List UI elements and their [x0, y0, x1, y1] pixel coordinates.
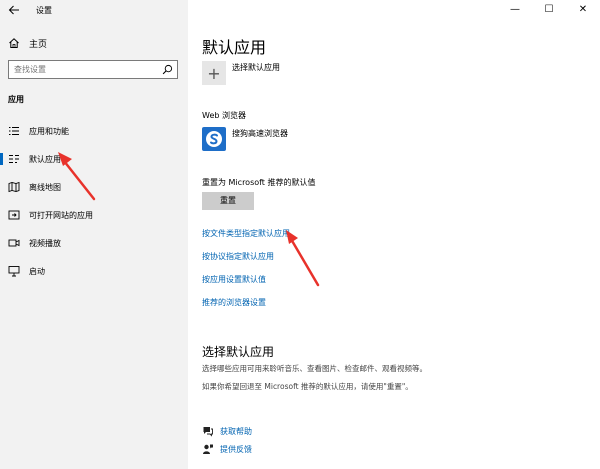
- section-label-apps: 应用: [8, 95, 24, 104]
- video-icon: [8, 239, 20, 247]
- maximize-button[interactable]: ☐: [532, 0, 566, 20]
- window-controls: — ☐ ✕: [498, 0, 600, 20]
- search-input[interactable]: [9, 61, 159, 78]
- get-help-link[interactable]: 获取帮助: [202, 425, 252, 437]
- sidebar-item-apps-for-websites[interactable]: 可打开网站的应用: [0, 204, 188, 226]
- default-apps-icon: [9, 155, 19, 163]
- help-chat-icon: [203, 427, 213, 437]
- search-icon[interactable]: [162, 64, 173, 75]
- reset-label: 重置为 Microsoft 推荐的默认值: [202, 178, 316, 187]
- feedback-person-icon: [203, 444, 213, 454]
- give-feedback-label: 提供反馈: [220, 444, 252, 454]
- sogou-browser-icon: [202, 127, 226, 151]
- get-help-label: 获取帮助: [220, 426, 252, 436]
- pick-default-app-label: 选择默认应用: [232, 62, 280, 72]
- home-label: 主页: [29, 39, 48, 50]
- browser-name: 搜狗高速浏览器: [232, 128, 288, 138]
- link-by-app[interactable]: 按应用设置默认值: [202, 274, 266, 285]
- sidebar-item-label: 离线地图: [29, 182, 61, 192]
- sidebar-item-startup[interactable]: 启动: [0, 260, 188, 282]
- link-browser-settings[interactable]: 推荐的浏览器设置: [202, 297, 266, 308]
- titlebar-left: 设置: [0, 0, 188, 20]
- list-icon: [9, 127, 19, 135]
- minimize-button[interactable]: —: [498, 0, 532, 20]
- open-website-icon: [8, 210, 20, 220]
- sidebar-item-offline-maps[interactable]: 离线地图: [0, 176, 188, 198]
- section2-note: 如果你希望回退至 Microsoft 推荐的默认应用，请使用"重置"。: [202, 382, 413, 391]
- reset-button[interactable]: 重置: [202, 192, 254, 210]
- close-button[interactable]: ✕: [566, 0, 600, 20]
- sidebar-item-default-apps[interactable]: 默认应用: [0, 148, 188, 170]
- back-button[interactable]: [6, 2, 22, 18]
- web-browser-selector[interactable]: 搜狗高速浏览器: [202, 127, 288, 151]
- sidebar-item-video-playback[interactable]: 视频播放: [0, 232, 188, 254]
- search-box[interactable]: [8, 60, 178, 79]
- sidebar-item-label: 启动: [29, 266, 45, 276]
- window-title: 设置: [36, 6, 52, 15]
- home-link[interactable]: 主页: [8, 36, 47, 50]
- startup-icon: [8, 266, 20, 277]
- page-title: 默认应用: [202, 38, 267, 57]
- section2-description: 选择哪些应用可用来聆听音乐、查看图片、检查邮件、观看视频等。: [202, 364, 427, 373]
- sidebar-item-apps-features[interactable]: 应用和功能: [0, 120, 188, 142]
- map-icon: [8, 181, 20, 193]
- sidebar-item-label: 可打开网站的应用: [29, 210, 93, 220]
- web-browser-label: Web 浏览器: [202, 111, 246, 120]
- arrow-left-icon: [8, 5, 19, 15]
- sidebar-item-label: 视频播放: [29, 238, 61, 248]
- home-icon: [9, 38, 19, 48]
- link-by-file-type[interactable]: 按文件类型指定默认应用: [202, 228, 290, 239]
- plus-icon: +: [202, 61, 226, 85]
- give-feedback-link[interactable]: 提供反馈: [202, 443, 252, 455]
- sidebar: 设置 主页 应用 应用和功能 默认应用 离线地图: [0, 0, 188, 469]
- link-by-protocol[interactable]: 按协议指定默认应用: [202, 251, 274, 262]
- pick-default-app-button[interactable]: + 选择默认应用: [202, 61, 280, 85]
- content-pane: — ☐ ✕ 默认应用 + 选择默认应用 Web 浏览器 搜狗高速浏览器 重置为 …: [188, 0, 600, 469]
- section2-title: 选择默认应用: [202, 345, 275, 359]
- sidebar-item-label: 默认应用: [29, 154, 61, 164]
- sidebar-item-label: 应用和功能: [29, 126, 69, 136]
